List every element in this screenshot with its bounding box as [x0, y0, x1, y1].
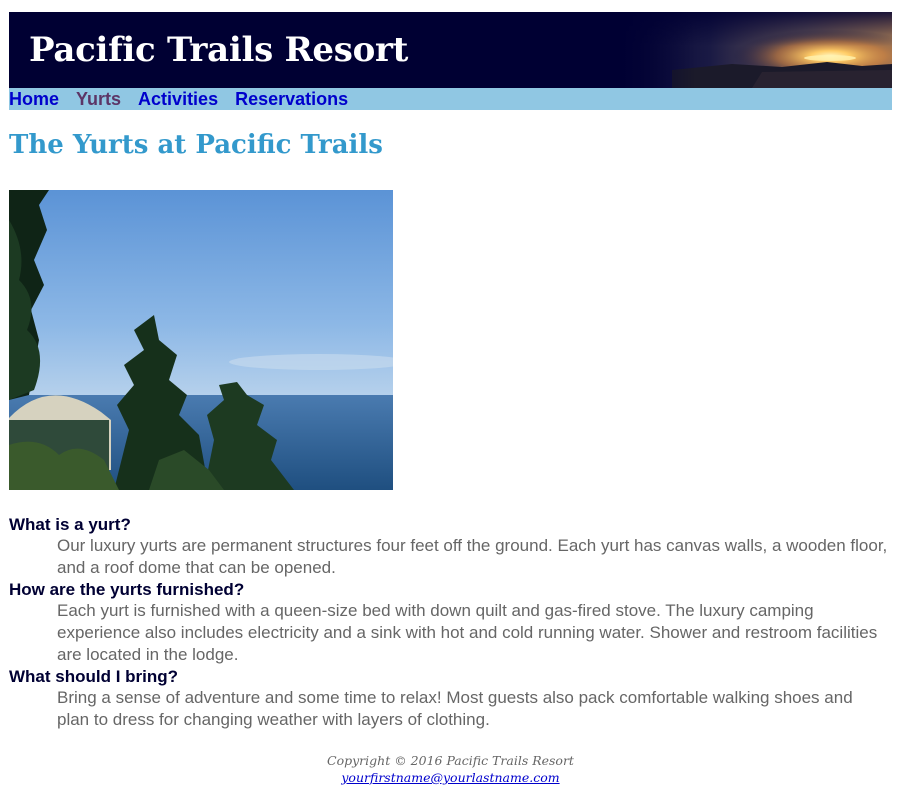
main-nav: Home Yurts Activities Reservations — [9, 88, 892, 110]
faq-list: What is a yurt? Our luxury yurts are per… — [9, 514, 889, 731]
faq-answer: Our luxury yurts are permanent structure… — [57, 536, 888, 577]
nav-link-home[interactable]: Home — [9, 88, 59, 110]
yurt-photo-icon — [9, 190, 393, 490]
site-title: Pacific Trails Resort — [29, 30, 408, 70]
copyright-text: Copyright © 2016 Pacific Trails Resort — [327, 753, 574, 768]
site-header: Pacific Trails Resort — [9, 12, 892, 88]
page-wrapper: Pacific Trails Resort Home Yurts Activit… — [9, 12, 892, 785]
nav-link-reservations[interactable]: Reservations — [235, 88, 348, 110]
page-heading: The Yurts at Pacific Trails — [9, 130, 383, 160]
faq-answer: Bring a sense of adventure and some time… — [57, 688, 853, 729]
nav-link-activities[interactable]: Activities — [138, 88, 218, 110]
faq-question: How are the yurts furnished? — [9, 580, 245, 599]
faq-question: What should I bring? — [9, 667, 179, 686]
site-footer: Copyright © 2016 Pacific Trails Resort y… — [9, 752, 892, 786]
nav-link-yurts[interactable]: Yurts — [76, 88, 121, 110]
faq-answer: Each yurt is furnished with a queen-size… — [57, 601, 878, 664]
faq-question: What is a yurt? — [9, 515, 131, 534]
sunset-banner-image — [612, 12, 892, 88]
email-link[interactable]: yourfirstname@yourlastname.com — [341, 770, 559, 785]
